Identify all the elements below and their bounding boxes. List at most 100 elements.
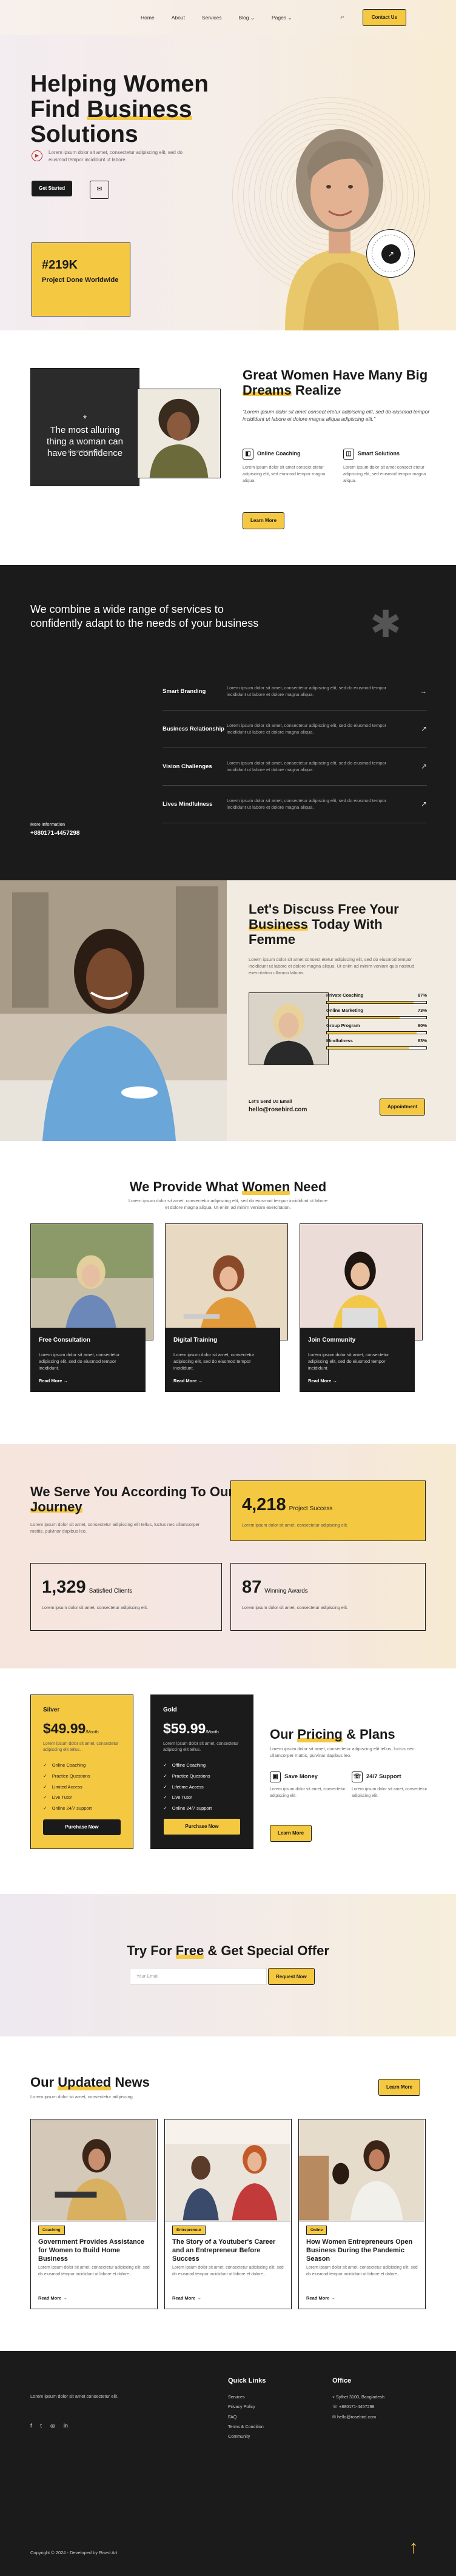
service-card-community[interactable]: Join Community Lorem ipsum dolor sit ame… xyxy=(300,1328,415,1392)
office-email[interactable]: ✉ hello@rosebird.com xyxy=(332,2412,384,2422)
about-title: Great Women Have Many Big Dreams Realize xyxy=(243,367,443,398)
skill-item: Online Marketing 73% xyxy=(326,1008,427,1019)
email-link[interactable]: hello@rosebird.com xyxy=(249,1106,307,1115)
appointment-button[interactable]: Appointment xyxy=(380,1099,426,1116)
mail-icon[interactable]: ✉ xyxy=(90,181,109,199)
linkedin-icon[interactable]: in xyxy=(64,2422,68,2430)
provide-title-highlight: Women xyxy=(242,1177,290,1197)
nav-blog[interactable]: Blog ⌄ xyxy=(239,14,255,21)
news-card[interactable]: Coaching Government Provides Assistance … xyxy=(30,2119,158,2309)
service-card-training[interactable]: Digital Training Lorem ipsum dolor sit a… xyxy=(165,1328,280,1392)
stat-desc: Lorem ipsum dolor sit amet, consectetur … xyxy=(42,1605,148,1611)
skill-fill xyxy=(327,1001,414,1003)
arrow-up-right-icon[interactable]: ↗ xyxy=(421,724,427,734)
phone-number[interactable]: +880171-4457298 xyxy=(30,829,79,838)
service-desc: Lorem ipsum dolor sit amet, consectetur … xyxy=(227,797,387,810)
skill-fill xyxy=(327,1031,417,1034)
free-title-highlight: Free xyxy=(175,1941,204,1961)
read-more-link[interactable]: Read More → xyxy=(172,2295,201,2302)
email-input[interactable]: Your Email xyxy=(130,1968,267,1985)
learn-more-button[interactable]: Learn More xyxy=(243,512,285,529)
price-value: $59.99 xyxy=(163,1720,206,1736)
stat-desc: Lorem ipsum dolor sit amet, consectetur … xyxy=(242,1605,348,1611)
price-value: $49.99 xyxy=(43,1720,86,1736)
footer-link[interactable]: Terms & Condition xyxy=(228,2422,266,2432)
office-phone[interactable]: ☏ +880171-4457298 xyxy=(332,2402,384,2412)
news-more-button[interactable]: Learn More xyxy=(378,2079,421,2096)
hero-woman-image xyxy=(285,129,399,330)
skill-bar xyxy=(326,1046,427,1049)
nav-home[interactable]: Home xyxy=(141,14,155,21)
news-card[interactable]: Entrepreneur The Story of a Youtuber's C… xyxy=(164,2119,292,2309)
pricing-title-post: & Plans xyxy=(346,1727,395,1742)
stat-label: Winning Awards xyxy=(264,1588,308,1594)
play-icon[interactable]: ▶ xyxy=(32,150,42,161)
office-address-text: Sylhet 3100, Bangladesh xyxy=(336,2394,384,2400)
instagram-icon[interactable]: ◎ xyxy=(50,2422,55,2430)
skill-percent: 73% xyxy=(417,1007,427,1013)
nav-about[interactable]: About xyxy=(172,14,185,21)
arrow-right-icon[interactable]: → xyxy=(420,686,427,697)
stat-number: #219K xyxy=(42,258,78,272)
read-more-label: Read More xyxy=(306,2295,330,2301)
footer-link[interactable]: Community xyxy=(228,2432,266,2441)
get-started-button[interactable]: Get Started xyxy=(32,181,73,196)
service-row[interactable]: Lives Mindfulness Lorem ipsum dolor sit … xyxy=(163,786,427,823)
skill-value: 83 xyxy=(417,1037,423,1043)
news-section: Our Updated News Lorem ipsum dolor sit a… xyxy=(0,2036,456,2351)
request-button[interactable]: Request Now xyxy=(268,1968,315,1985)
discuss-title-highlight: Business xyxy=(249,916,308,932)
footer-link[interactable]: FAQ xyxy=(228,2412,266,2422)
read-more-link[interactable]: Read More → xyxy=(306,2295,335,2302)
purchase-button[interactable]: Purchase Now xyxy=(163,1818,241,1835)
plan-features: Online Coaching Practice Questions Limit… xyxy=(43,1760,121,1813)
feature-title: 24/7 Support xyxy=(366,1773,401,1781)
footer-link[interactable]: Services xyxy=(228,2392,266,2402)
scroll-to-top-icon[interactable]: ↑ xyxy=(399,2533,428,2562)
plan-price: $59.99/Month xyxy=(163,1719,241,1739)
arrow-up-right-icon[interactable]: ↗ xyxy=(421,761,427,772)
read-more-label: Read More xyxy=(173,1378,197,1384)
price-period: /Month xyxy=(206,1730,219,1735)
news-title-highlight: Updated xyxy=(58,2073,112,2092)
news-card[interactable]: Online How Women Entrepreneurs Open Busi… xyxy=(298,2119,426,2309)
purchase-button[interactable]: Purchase Now xyxy=(43,1819,121,1835)
free-trial-section: Try For Free & Get Special Offer Your Em… xyxy=(0,1894,456,2036)
skill-value: 87 xyxy=(417,992,423,998)
footer-link[interactable]: Privacy Policy xyxy=(228,2402,266,2412)
learn-more-button[interactable]: Learn More xyxy=(270,1825,312,1842)
nav-services[interactable]: Services xyxy=(202,14,222,21)
nav-pages[interactable]: Pages ⌄ xyxy=(272,14,292,21)
plan-feature: Practice Questions xyxy=(43,1771,121,1782)
service-row[interactable]: Business Relationship Lorem ipsum dolor … xyxy=(163,711,427,748)
news-title-pre: Our xyxy=(30,2075,55,2090)
read-more-link[interactable]: Read More → xyxy=(39,1378,68,1385)
news-tag: Entrepreneur xyxy=(172,2226,206,2235)
provide-title-pre: We Provide What xyxy=(129,1179,239,1194)
read-more-link[interactable]: Read More → xyxy=(38,2295,67,2302)
contact-button[interactable]: Contact Us xyxy=(362,9,406,26)
plan-feature: Online 24/7 support xyxy=(43,1803,121,1814)
hero-section: Helping Women Find Business Solutions ▶ … xyxy=(0,35,456,330)
quick-links-title: Quick Links xyxy=(228,2377,266,2384)
arrow-icon[interactable]: ↗ xyxy=(381,244,401,264)
read-more-link[interactable]: Read More → xyxy=(308,1378,337,1385)
feature-title: Online Coaching xyxy=(257,450,301,457)
feature-desc: Lorem ipsum dolor sit amet, consectetur … xyxy=(352,1787,428,1798)
plan-desc: Lorem ipsum dolor sit amet, consectetur … xyxy=(163,1741,239,1752)
plan-desc: Lorem ipsum dolor sit amet, consectetur … xyxy=(43,1741,119,1752)
service-row[interactable]: Vision Challenges Lorem ipsum dolor sit … xyxy=(163,748,427,786)
twitter-icon[interactable]: t xyxy=(41,2422,42,2430)
arrow-up-right-icon[interactable]: ↗ xyxy=(421,799,427,809)
stat-card-clients: 1,329 Satisfied Clients Lorem ipsum dolor… xyxy=(30,1563,222,1631)
facebook-icon[interactable]: f xyxy=(30,2422,32,2430)
footer-text: Lorem ipsum dolor sit amet consectetur e… xyxy=(30,2394,119,2399)
read-more-link[interactable]: Read More → xyxy=(173,1378,203,1385)
skill-item: Private Coaching 87% xyxy=(326,992,427,1004)
quote-card: * The most alluring thing a woman can ha… xyxy=(30,368,139,486)
service-row[interactable]: Smart Branding Lorem ipsum dolor sit ame… xyxy=(163,673,427,711)
search-icon[interactable]: ⌕ xyxy=(341,13,344,22)
service-card-consultation[interactable]: Free Consultation Lorem ipsum dolor sit … xyxy=(30,1328,146,1392)
skill-item: Group Program 90% xyxy=(326,1023,427,1034)
news-text: Lorem ipsum dolor sit amet, consectetur … xyxy=(30,2094,134,2099)
